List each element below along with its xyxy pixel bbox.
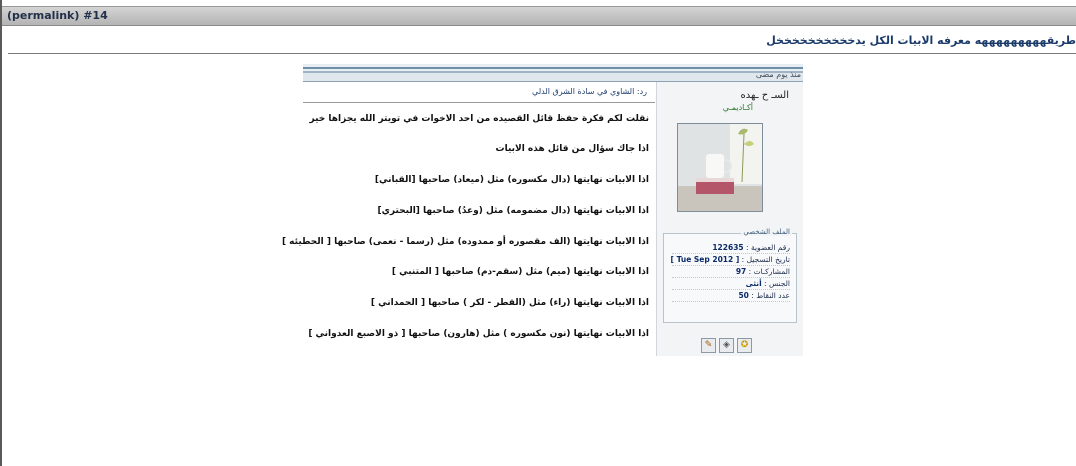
post-line: اذا جاك سؤال من قائل هذه الابيات — [495, 144, 649, 154]
thread-divider — [8, 53, 1076, 54]
profile-legend: الملف الشخصي — [741, 228, 792, 236]
author-name[interactable]: السـ ح ـهده — [740, 90, 789, 101]
post-content: رد: الشاوي في سادة الشرق الدلي نقلت لكم … — [282, 82, 655, 356]
post-line: اذا الابيات نهايتها (دال مضمومه) مثل (وع… — [377, 206, 649, 216]
author-sidebar: السـ ح ـهده أكـاديمـي الملف الشخصي رقم ا… — [656, 82, 803, 356]
profile-row-points: عدد النقاط : 50 — [672, 290, 790, 302]
post-line: اذا الابيات نهايتها (راء) مثل (القطر - ل… — [370, 298, 649, 308]
post-date: منذ يوم مضى — [755, 70, 801, 79]
author-title: أكـاديمـي — [722, 103, 753, 112]
content-divider — [303, 102, 655, 103]
page-left-border — [0, 0, 2, 466]
post-header: منذ يوم مضى — [303, 64, 803, 82]
profile-box: الملف الشخصي رقم العضوية : 122635 تاريخ … — [663, 228, 797, 323]
report-icon[interactable]: ◈ — [719, 338, 734, 353]
edit-icon[interactable]: ✎ — [701, 338, 716, 353]
permalink-link[interactable]: (permalink) #14 — [7, 9, 108, 22]
post-line: اذا الابيات نهايتها (ميم) مثل (سقم-دم) ص… — [391, 267, 649, 277]
post-line: اذا الابيات نهايتها (نون مكسوره ) مثل (ه… — [308, 329, 649, 339]
profile-row-gender: الجنس : أنثى — [672, 278, 790, 290]
profile-row-id: رقم العضوية : 122635 — [672, 242, 790, 254]
profile-row-posts: المشاركـات : 97 — [672, 266, 790, 278]
thread-title: طريقهههههههههه معرفه الابيات الكل يدخخخخ… — [766, 34, 1076, 47]
avatar-image — [678, 124, 762, 211]
post-permalink-bar: (permalink) #14 — [2, 6, 1076, 26]
author-avatar — [677, 123, 763, 212]
reply-title: رد: الشاوي في سادة الشرق الدلي — [532, 87, 647, 96]
post-line: نقلت لكم فكرة حفظ قائل القصيده من احد ال… — [309, 114, 649, 124]
post-line: اذا الابيات نهايتها (دال مكسوره) مثل (مي… — [374, 175, 649, 185]
profile-row-joined: تاريخ التسجيل : [ Tue Sep 2012 ] — [670, 255, 790, 266]
post-line: اذا الابيات نهايتها (الف مقصوره أو ممدود… — [281, 237, 649, 247]
post: منذ يوم مضى رد: الشاوي في سادة الشرق الد… — [282, 64, 803, 356]
medal-icon[interactable]: ✪ — [737, 338, 752, 353]
